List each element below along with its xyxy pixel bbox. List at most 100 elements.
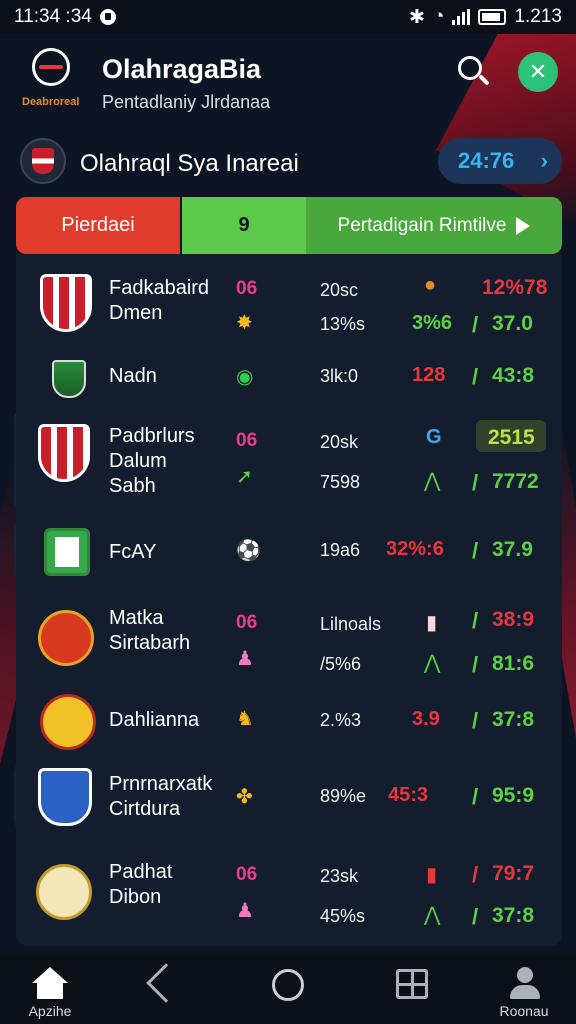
match-value: 19a6 — [320, 540, 361, 560]
profile-icon — [510, 967, 540, 1001]
match-value: 20sk — [320, 432, 359, 452]
sport-icon: ✸ — [236, 312, 253, 334]
odds-value[interactable]: 37.0 — [492, 312, 533, 336]
battery-icon — [478, 9, 507, 25]
logo-ball-icon — [32, 48, 70, 86]
soccer-ball-icon: ⚽ — [236, 540, 261, 562]
match-value: 2.%3 — [320, 710, 362, 730]
odds-value[interactable]: 95:9 — [492, 784, 534, 808]
match-value: 7598 — [320, 472, 361, 492]
wifi-icon: ◔ — [432, 6, 445, 27]
player-icon: ⋀ — [424, 470, 441, 492]
tab-live[interactable]: Pertadigain Rimtilve — [306, 197, 562, 254]
odds-value[interactable]: 37:8 — [492, 904, 534, 928]
tab-live-label: Pertadigain Rimtilve — [337, 214, 507, 236]
circle-icon — [272, 969, 304, 1001]
nav-profile-label: Roonau — [499, 1003, 549, 1019]
match-mid-value: G — [426, 426, 442, 448]
account-row[interactable]: Olahraql Sya Inareai 24:76 › — [0, 126, 576, 198]
tab-primary[interactable]: Pierdaei — [16, 197, 180, 254]
tab-count[interactable]: 9 — [182, 197, 306, 254]
match-row[interactable]: FcAY ⚽ 19a6 32%:6 / 37.9 — [0, 522, 576, 582]
odds-value[interactable]: 12%78 — [482, 276, 547, 300]
match-row[interactable]: Padhat Dibon 06 ♟ 23sk 45%s ▮ ⋀ / 79:7 / … — [0, 852, 576, 938]
odds-value[interactable]: 43:8 — [492, 364, 534, 388]
team-logo — [46, 356, 102, 412]
back-icon — [146, 963, 186, 1003]
match-row[interactable]: Matka Sirtabarh 06 ♟ Lilnoals /5%6 ▮ ⋀ / … — [0, 600, 576, 680]
tab-bar: Pierdaei 9 Pertadigain Rimtilve — [16, 197, 562, 254]
team-logo — [36, 864, 92, 920]
match-code: 06 — [236, 278, 258, 299]
account-avatar — [20, 138, 66, 184]
team-name: Matka Sirtabarh — [109, 607, 191, 654]
status-time: 11:34 :34 — [14, 6, 92, 27]
player-icon: ♟ — [236, 900, 254, 922]
nav-back[interactable] — [126, 963, 206, 1023]
grid-icon — [396, 969, 428, 999]
user-badge-icon: ✕ — [528, 59, 548, 84]
odds-value[interactable]: 38:9 — [492, 608, 534, 632]
match-code: 06 — [236, 864, 258, 885]
signal-icon — [452, 9, 471, 25]
account-name: Olahraql Sya Inareai — [80, 150, 299, 177]
player-icon: ♟ — [236, 648, 254, 670]
player-icon: ♞ — [236, 708, 254, 730]
odds-value[interactable]: 81:6 — [492, 652, 534, 676]
search-button[interactable] — [456, 54, 492, 90]
match-value: /5%6 — [320, 654, 362, 674]
nav-grid[interactable] — [372, 963, 452, 1023]
match-row[interactable]: Nadn ◉ 3lk:0 128 / 43:8 — [0, 352, 576, 402]
match-mid-value: 32%:6 — [386, 538, 444, 560]
match-value: 13%s — [320, 314, 366, 334]
match-code: 06 — [236, 430, 258, 451]
bottom-nav: Apzihe Roonau — [0, 953, 576, 1024]
play-icon — [516, 216, 531, 235]
match-row[interactable]: Dahlianna ♞ 2.%3 3.9 / 37:8 — [0, 690, 576, 750]
app-subtitle: Pentadlaniy Jlrdanaa — [102, 92, 271, 112]
player-icon: ⋀ — [424, 904, 441, 926]
status-right-value: 1.213 — [514, 6, 562, 27]
team-name: Padhat Dibon — [109, 861, 173, 908]
match-value: 20sc — [320, 280, 359, 300]
app-title: OlahragaBia — [102, 54, 262, 84]
match-value: 89%e — [320, 786, 367, 806]
team-name: Nadn — [109, 365, 157, 387]
match-value: 23sk — [320, 866, 359, 886]
team-name: Dahlianna — [109, 709, 200, 731]
match-row[interactable]: Fadkabaird Dmen 06 ✸ 20sc 13%s ● 3%6 12%7… — [0, 270, 576, 350]
team-name: Padbrlurs Dalum Sabh — [109, 425, 195, 497]
chevron-right-icon: › — [540, 148, 548, 173]
profile-button[interactable]: ✕ — [518, 52, 558, 92]
match-row[interactable]: Prnrnarxatk Cirtdura ✤ 89%e 45:3 / 95:9 — [0, 764, 576, 830]
odds-value[interactable]: 7772 — [492, 470, 539, 494]
team-logo — [40, 694, 96, 750]
team-name: Prnrnarxatk Cirtdura — [109, 773, 213, 820]
app-logo: Deabroreal — [22, 48, 82, 120]
status-bar: 11:34 :34 ✱ ◔ 1.213 — [0, 0, 576, 34]
team-name: Fadkabaird Dmen — [109, 277, 210, 324]
odds-value[interactable]: 79:7 — [492, 862, 534, 886]
match-row[interactable]: Padbrlurs Dalum Sabh 06 ➚ 20sk 7598 G ⋀ 25… — [0, 418, 576, 508]
match-mid-value: 3.9 — [412, 708, 440, 730]
match-code: 06 — [236, 612, 258, 633]
odds-value[interactable]: 37:8 — [492, 708, 534, 732]
balance-pill[interactable]: 24:76 › — [438, 138, 562, 184]
team-logo — [38, 274, 94, 332]
whistle-icon: ◉ — [236, 366, 254, 388]
bluetooth-icon: ✱ — [409, 6, 425, 28]
team-logo — [38, 610, 94, 666]
match-mid-value: 128 — [412, 364, 446, 386]
odds-value[interactable]: 2515 — [488, 426, 535, 450]
nav-home[interactable]: Apzihe — [10, 963, 90, 1023]
app-header: Deabroreal OlahragaBia Pentadlaniy Jlrda… — [0, 34, 576, 122]
notification-icon — [99, 9, 116, 25]
home-icon — [32, 967, 68, 999]
match-value: 3lk:0 — [320, 366, 359, 386]
nav-center[interactable] — [248, 963, 328, 1023]
balance-value: 24:76 — [458, 148, 515, 173]
odds-value[interactable]: 37.9 — [492, 538, 533, 562]
card-icon: ▮ — [426, 612, 438, 634]
nav-profile[interactable]: Roonau — [484, 963, 564, 1023]
match-mid-value: 45:3 — [388, 784, 429, 806]
